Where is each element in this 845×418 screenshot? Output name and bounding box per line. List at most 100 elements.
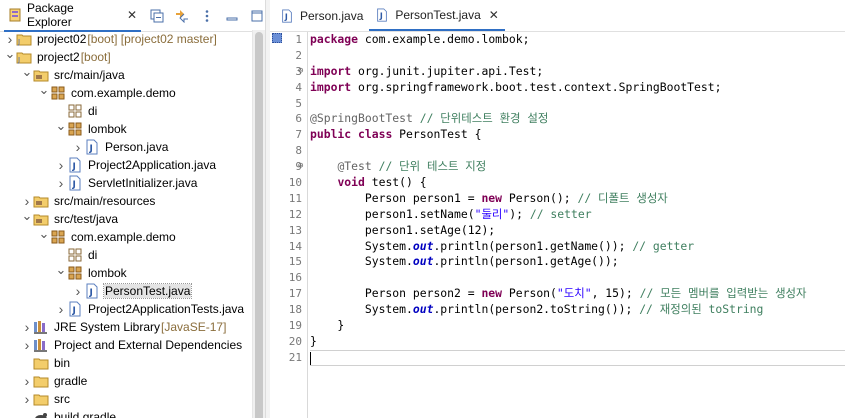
minimize-icon[interactable] xyxy=(224,8,240,24)
collapse-arrow-icon[interactable]: ⌄ xyxy=(21,207,33,225)
code-line[interactable]: package com.example.demo.lombok; xyxy=(310,32,845,48)
expand-arrow-icon[interactable]: › xyxy=(55,174,67,192)
tree-item[interactable]: ⌄ com.example.demo xyxy=(0,81,252,102)
svg-text:J: J xyxy=(17,56,20,64)
tree-item[interactable]: › J Project2ApplicationTests.java xyxy=(0,300,252,318)
code-area[interactable]: 1 2 3 ⊖ 4 5 6 7 8 9 ⊖ 10 11 12 13 14 15 16 17 18 19 20 21 pack… xyxy=(270,32,845,418)
expand-arrow-icon[interactable]: › xyxy=(72,282,84,300)
code-line[interactable]: Person person2 = new Person("도치", 15); /… xyxy=(310,286,845,302)
folder-icon xyxy=(33,391,49,407)
code-line[interactable]: void test() { xyxy=(310,175,845,191)
close-icon[interactable]: ✕ xyxy=(127,8,137,22)
view-menu-icon[interactable] xyxy=(199,8,215,24)
tree-item[interactable]: › JRE System Library [JavaSE-17] xyxy=(0,318,252,336)
tree-item[interactable]: › Project and External Dependencies xyxy=(0,336,252,354)
collapse-all-icon[interactable] xyxy=(149,8,165,24)
collapse-arrow-icon[interactable]: ⌄ xyxy=(55,261,67,279)
tree-item[interactable]: › src xyxy=(0,390,252,408)
code-line[interactable]: Person person1 = new Person(); // 디폴트 생성… xyxy=(310,191,845,207)
collapse-arrow-icon[interactable]: ⌄ xyxy=(38,225,50,243)
close-icon[interactable]: ✕ xyxy=(489,8,499,22)
code-token: new xyxy=(481,286,503,301)
code-token: public xyxy=(310,127,352,142)
tree-item[interactable]: › gradle xyxy=(0,372,252,390)
code-line[interactable]: System.out.println(person2.toString()); … xyxy=(310,302,845,318)
explorer-vertical-scrollbar[interactable] xyxy=(252,30,265,418)
editor-tab[interactable]: J Person.java xyxy=(274,0,369,31)
code-token: System. xyxy=(310,254,413,269)
code-lines[interactable]: package com.example.demo.lombok; import o… xyxy=(310,32,845,418)
code-token: person1.setAge(12); xyxy=(310,222,496,237)
arrow-spacer xyxy=(21,354,33,372)
expand-arrow-icon[interactable]: › xyxy=(72,138,84,156)
code-line[interactable]: } xyxy=(310,334,845,350)
link-with-editor-icon[interactable] xyxy=(174,8,190,24)
maximize-icon[interactable] xyxy=(249,8,265,24)
code-line[interactable]: person1.setName("둘리"); // setter xyxy=(310,207,845,223)
tree-item[interactable]: di xyxy=(0,246,252,264)
java-file-icon: J xyxy=(84,139,100,155)
fold-toggle-icon[interactable]: ⊖ xyxy=(298,159,303,175)
tree-item-label: src xyxy=(54,392,70,406)
collapse-arrow-icon[interactable]: ⌄ xyxy=(4,45,16,63)
tree-item[interactable]: › Jproject02 [boot] [project02 master] xyxy=(0,30,252,48)
code-token: // 단위 테스트 지정 xyxy=(378,159,487,174)
scrollbar-thumb[interactable] xyxy=(255,32,263,418)
expand-arrow-icon[interactable]: › xyxy=(55,300,67,318)
code-line[interactable] xyxy=(310,270,845,286)
svg-text:J: J xyxy=(72,306,76,316)
tree-item[interactable]: ⌄ lombok xyxy=(0,117,252,138)
code-token: new xyxy=(481,190,503,205)
code-line[interactable]: import org.junit.jupiter.api.Test; xyxy=(310,64,845,80)
collapse-arrow-icon[interactable]: ⌄ xyxy=(55,117,67,135)
tree-item[interactable]: › src/main/resources xyxy=(0,192,252,210)
tree-item[interactable]: bin xyxy=(0,354,252,372)
code-line[interactable]: import org.springframework.boot.test.con… xyxy=(310,80,845,96)
project-tree[interactable]: › Jproject02 [boot] [project02 master] ⌄ Jp… xyxy=(0,30,252,418)
java-file-icon: J xyxy=(377,7,388,22)
tree-item[interactable]: ⌄ lombok xyxy=(0,261,252,282)
code-line[interactable] xyxy=(310,96,845,112)
code-line[interactable]: } xyxy=(310,318,845,334)
explorer-tab-bar: Package Explorer ✕ xyxy=(0,0,265,32)
code-line[interactable]: @Test // 단위 테스트 지정 xyxy=(310,159,845,175)
expand-arrow-icon[interactable]: › xyxy=(21,336,33,354)
tree-item[interactable]: ⌄ com.example.demo xyxy=(0,225,252,246)
code-line[interactable] xyxy=(310,143,845,159)
code-token: , 15); xyxy=(591,286,640,301)
tree-item[interactable]: › J PersonTest.java xyxy=(0,282,252,300)
tree-item[interactable]: › J Person.java xyxy=(0,138,252,156)
collapse-arrow-icon[interactable]: ⌄ xyxy=(21,63,33,81)
code-token: test() { xyxy=(364,175,427,190)
line-number: 2 xyxy=(295,48,302,62)
code-line[interactable]: @SpringBootTest // 단위테스트 환경 설정 xyxy=(310,111,845,127)
line-number: 1 xyxy=(295,33,302,46)
tree-item[interactable]: › J Project2Application.java xyxy=(0,156,252,174)
fold-toggle-icon[interactable]: ⊖ xyxy=(298,64,303,80)
collapse-arrow-icon[interactable]: ⌄ xyxy=(38,81,50,99)
code-line[interactable] xyxy=(310,48,845,64)
tree-item[interactable]: ⌄ Jproject2 [boot] xyxy=(0,45,252,66)
package-explorer-view: Package Explorer ✕ › Jproject02 [boot] [p… xyxy=(0,0,265,418)
expand-arrow-icon[interactable]: › xyxy=(21,390,33,408)
svg-text:J: J xyxy=(72,180,76,190)
package-explorer-tab[interactable]: Package Explorer ✕ xyxy=(4,0,141,32)
code-line[interactable]: System.out.println(person1.getName()); /… xyxy=(310,239,845,255)
tree-item-label: src/main/java xyxy=(54,68,125,82)
code-line[interactable] xyxy=(310,349,845,366)
tree-item[interactable]: di xyxy=(0,102,252,120)
code-line[interactable]: public class PersonTest { xyxy=(310,127,845,143)
java-file-icon: J xyxy=(67,301,83,317)
line-number: 8 xyxy=(295,144,302,158)
editor-tab[interactable]: J PersonTest.java ✕ xyxy=(369,0,505,31)
code-line[interactable]: person1.setAge(12); xyxy=(310,223,845,239)
code-line[interactable]: System.out.println(person1.getAge()); xyxy=(310,254,845,270)
tree-item[interactable]: › J ServletInitializer.java xyxy=(0,174,252,192)
tree-item-label: gradle xyxy=(54,374,88,388)
expand-arrow-icon[interactable]: › xyxy=(21,318,33,336)
tree-item[interactable]: build.gradle xyxy=(0,408,252,418)
tree-item-decoration: [boot] xyxy=(80,50,111,64)
expand-arrow-icon[interactable]: › xyxy=(55,156,67,174)
expand-arrow-icon[interactable]: › xyxy=(21,372,33,390)
